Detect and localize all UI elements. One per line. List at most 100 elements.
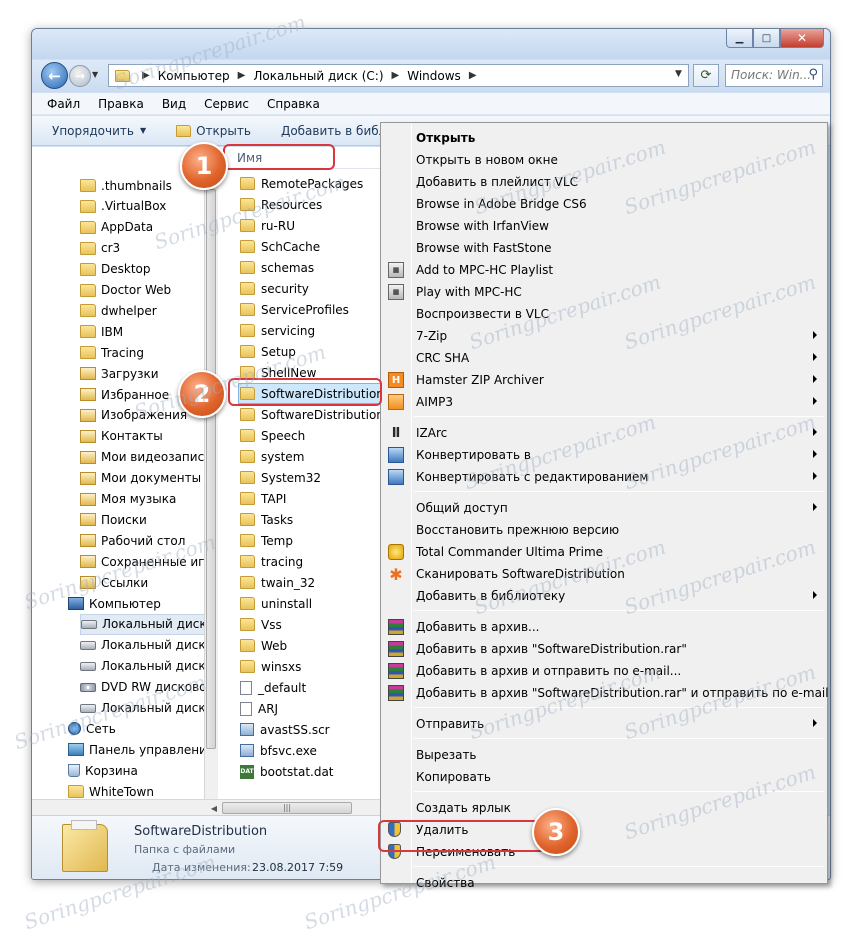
file-list-item[interactable]: tracing: [218, 551, 388, 572]
nav-item[interactable]: Desktop: [80, 259, 151, 280]
close-icon[interactable]: ✕: [780, 29, 824, 48]
nav-item[interactable]: Корзина: [68, 760, 138, 781]
context-menu-item[interactable]: Копировать: [381, 766, 827, 788]
nav-item[interactable]: Изображения: [80, 405, 187, 426]
back-arrow-icon[interactable]: ←: [41, 62, 68, 89]
context-menu-item[interactable]: Browse with IrfanView: [381, 215, 827, 237]
file-list-item[interactable]: _default: [218, 677, 388, 698]
file-list-item[interactable]: SoftwareDistribution.Old: [218, 404, 388, 425]
minimize-icon[interactable]: ▁: [726, 29, 753, 48]
file-list-item[interactable]: uninstall: [218, 593, 388, 614]
recent-pages-chevron-icon[interactable]: ▼: [92, 70, 98, 79]
nav-item[interactable]: Контакты: [80, 426, 163, 447]
file-list-item[interactable]: ServiceProfiles: [218, 299, 388, 320]
file-list-item[interactable]: SchCache: [218, 236, 388, 257]
breadcrumb-windows[interactable]: Windows: [407, 69, 461, 83]
nav-item[interactable]: Поиски: [80, 509, 147, 530]
file-list-item[interactable]: ru-RU: [218, 215, 388, 236]
context-menu-item[interactable]: CRC SHA: [381, 347, 827, 369]
menu-tools[interactable]: Сервис: [195, 97, 258, 111]
file-list-item[interactable]: System32: [218, 467, 388, 488]
context-menu-item[interactable]: Конвертировать в: [381, 444, 827, 466]
file-list-item[interactable]: winsxs: [218, 656, 388, 677]
nav-item[interactable]: dwhelper: [80, 300, 157, 321]
nav-item[interactable]: Панель управления: [68, 739, 204, 760]
context-menu-item[interactable]: Открыть: [381, 127, 827, 149]
context-menu-item[interactable]: Ⅱ IZArc: [381, 422, 827, 444]
search-icon[interactable]: ⚲: [808, 67, 818, 82]
nav-item[interactable]: Сеть: [68, 718, 116, 739]
navigation-scrollbar-thumb[interactable]: [206, 189, 216, 749]
context-menu-item[interactable]: Total Commander Ultima Prime: [381, 541, 827, 563]
nav-item[interactable]: Загрузки: [80, 363, 159, 384]
context-menu-item[interactable]: Добавить в архив "SoftwareDistribution.r…: [381, 682, 829, 704]
context-menu-item[interactable]: 7-Zip: [381, 325, 827, 347]
file-list-item[interactable]: twain_32: [218, 572, 388, 593]
nav-item[interactable]: .thumbnails: [80, 175, 172, 196]
nav-item[interactable]: AppData: [80, 217, 153, 238]
context-menu-item[interactable]: Добавить в архив...: [381, 616, 827, 638]
file-list-item[interactable]: Tasks: [218, 509, 388, 530]
refresh-icon[interactable]: ⟳: [693, 64, 719, 87]
context-menu-item[interactable]: Создать ярлык: [381, 797, 827, 819]
context-menu-item[interactable]: Восстановить прежнюю версию: [381, 519, 827, 541]
nav-item[interactable]: Сохраненные игры: [80, 551, 204, 572]
nav-item[interactable]: Ссылки: [80, 572, 148, 593]
search-input[interactable]: Поиск: Win... ⚲: [725, 64, 823, 87]
breadcrumb-separator-icon[interactable]: ▶: [392, 70, 400, 81]
context-menu-item[interactable]: Свойства: [381, 872, 827, 894]
address-bar[interactable]: ▶ Компьютер ▶ Локальный диск (C:) ▶ Wind…: [108, 64, 689, 87]
organize-button[interactable]: Упорядочить ▼: [52, 124, 146, 138]
menu-help[interactable]: Справка: [258, 97, 329, 111]
file-list-item[interactable]: Resources: [218, 194, 388, 215]
context-menu-item[interactable]: Добавить в библиотеку: [381, 585, 827, 607]
context-menu-item[interactable]: Добавить в плейлист VLC: [381, 171, 827, 193]
file-list-item[interactable]: RemotePackages: [218, 173, 388, 194]
menu-view[interactable]: Вид: [153, 97, 195, 111]
context-menu-item[interactable]: Добавить в архив и отправить по e-mail..…: [381, 660, 827, 682]
breadcrumb-separator-icon[interactable]: ▶: [238, 70, 246, 81]
file-list-item[interactable]: ARJ: [218, 698, 388, 719]
file-list-item[interactable]: bfsvc.exe: [218, 740, 388, 761]
context-menu-item[interactable]: ▦ Add to MPC-HC Playlist: [381, 259, 827, 281]
context-menu-item[interactable]: Browse with FastStone: [381, 237, 827, 259]
context-menu-item[interactable]: Общий доступ: [381, 497, 827, 519]
context-menu-item[interactable]: Добавить в архив "SoftwareDistribution.r…: [381, 638, 827, 660]
context-menu-item[interactable]: Вырезать: [381, 744, 827, 766]
nav-item[interactable]: Tracing: [80, 342, 144, 363]
nav-item[interactable]: Рабочий стол: [80, 530, 185, 551]
nav-item[interactable]: Локальный диск (C:): [80, 613, 204, 635]
nav-item[interactable]: Локальный диск (Y:): [80, 698, 204, 719]
nav-item[interactable]: Локальный диск (E:): [80, 656, 204, 677]
nav-item[interactable]: .VirtualBox: [80, 196, 166, 217]
scroll-left-icon[interactable]: ◀: [207, 801, 221, 815]
context-menu-item[interactable]: Конвертировать с редактированием: [381, 466, 827, 488]
breadcrumb-drive-c[interactable]: Локальный диск (C:): [253, 69, 383, 83]
forward-arrow-icon[interactable]: →: [69, 65, 91, 87]
file-list-item[interactable]: TAPI: [218, 488, 388, 509]
context-menu-item[interactable]: Browse in Adobe Bridge CS6: [381, 193, 827, 215]
breadcrumb-computer[interactable]: Компьютер: [158, 69, 230, 83]
menu-file[interactable]: Файл: [38, 97, 89, 111]
context-menu-item[interactable]: AIMP3: [381, 391, 827, 413]
address-dropdown-chevron-icon[interactable]: ▼: [675, 69, 682, 79]
file-list-item[interactable]: Temp: [218, 530, 388, 551]
maximize-icon[interactable]: □: [753, 29, 780, 48]
nav-item[interactable]: Локальный диск (D:): [80, 635, 204, 656]
file-list-item[interactable]: Setup: [218, 341, 388, 362]
nav-item[interactable]: Компьютер: [68, 593, 161, 614]
file-list-item[interactable]: system: [218, 446, 388, 467]
context-menu-item[interactable]: H Hamster ZIP Archiver: [381, 369, 827, 391]
nav-item[interactable]: cr3: [80, 238, 120, 259]
file-list-item[interactable]: security: [218, 278, 388, 299]
file-list-item[interactable]: avastSS.scr: [218, 719, 388, 740]
nav-item[interactable]: Doctor Web: [80, 280, 171, 301]
file-list-item[interactable]: DAT bootstat.dat: [218, 761, 388, 782]
nav-item[interactable]: Мои видеозаписи: [80, 447, 204, 468]
nav-item[interactable]: Мои документы: [80, 468, 201, 489]
context-menu-item[interactable]: Открыть в новом окне: [381, 149, 827, 171]
nav-item[interactable]: DVD RW дисковод: [80, 677, 204, 698]
file-list-item[interactable]: schemas: [218, 257, 388, 278]
breadcrumb-separator-icon[interactable]: ▶: [469, 70, 477, 81]
file-list-item[interactable]: servicing: [218, 320, 388, 341]
